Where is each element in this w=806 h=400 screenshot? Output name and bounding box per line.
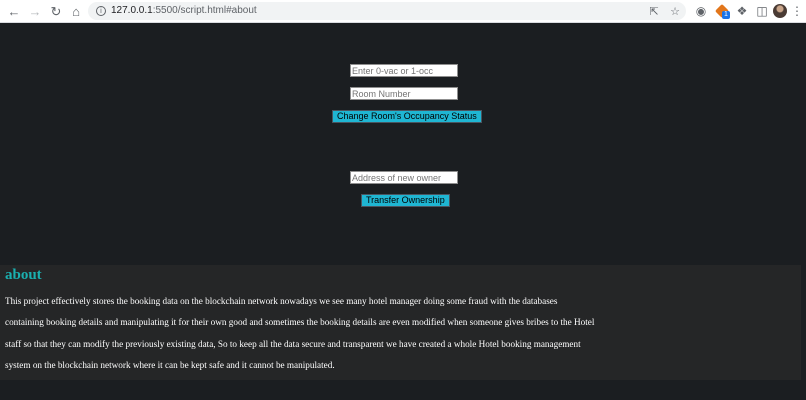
info-icon[interactable]: i	[96, 6, 106, 16]
star-icon[interactable]: ☆	[668, 4, 682, 18]
address-bar[interactable]: i 127.0.0.1:5500/script.html#about ⇱ ☆	[88, 2, 686, 20]
room-number-input[interactable]	[350, 87, 458, 100]
menu-icon[interactable]: ⋮	[790, 2, 804, 20]
url-host: 127.0.0.1	[111, 5, 153, 16]
share-icon[interactable]: ⇱	[647, 4, 661, 18]
avatar	[773, 4, 787, 18]
home-icon[interactable]: ⌂	[67, 2, 85, 20]
extension-icon[interactable]: ◉	[692, 2, 710, 20]
about-heading: about	[5, 267, 42, 283]
reload-icon[interactable]: ↻	[47, 2, 65, 20]
extension-badge: 1	[722, 11, 730, 19]
puzzle-icon[interactable]: ❖	[733, 2, 751, 20]
change-occupancy-button[interactable]: Change Room's Occupancy Status	[332, 110, 482, 123]
transfer-ownership-button[interactable]: Transfer Ownership	[361, 194, 450, 207]
occupancy-status-input[interactable]	[350, 64, 458, 77]
metamask-fox-icon[interactable]: 1	[713, 2, 731, 20]
forward-arrow-icon[interactable]: →	[26, 2, 44, 20]
sidebar-icon[interactable]: ◫	[753, 2, 771, 20]
about-text: This project effectively stores the book…	[5, 296, 595, 370]
new-owner-address-input[interactable]	[350, 171, 458, 184]
about-section: about This project effectively stores th…	[0, 265, 801, 380]
url-path: :5500/script.html#about	[152, 5, 257, 16]
url-text[interactable]: 127.0.0.1:5500/script.html#about	[111, 5, 257, 16]
browser-toolbar: ← → ↻ ⌂ i 127.0.0.1:5500/script.html#abo…	[0, 0, 806, 23]
avatar-button[interactable]	[771, 2, 789, 20]
back-arrow-icon[interactable]: ←	[5, 2, 23, 20]
